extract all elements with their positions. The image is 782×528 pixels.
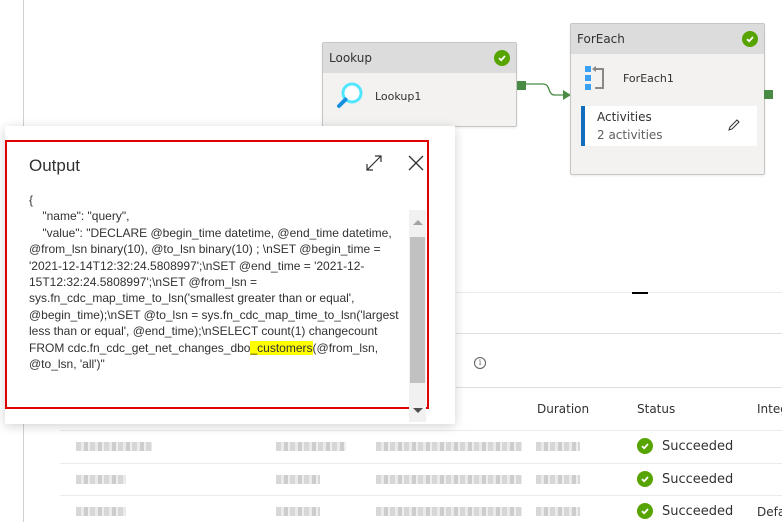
integration-runtime-cell: Defa [757, 505, 782, 519]
success-check-icon [494, 50, 510, 66]
foreach-activity[interactable]: ForEach ForEach1 Activities 2 activities [570, 23, 773, 175]
redacted-run-start [376, 442, 522, 451]
divider [456, 387, 782, 388]
edit-pencil-icon[interactable] [727, 118, 741, 132]
redacted-duration [536, 442, 580, 451]
success-check-icon [637, 438, 653, 454]
output-json-content[interactable]: { "name": "query", "value": "DECLARE @be… [29, 192, 409, 406]
status-cell: Succeeded [637, 471, 733, 487]
foreach-activity-name: ForEach1 [623, 71, 674, 85]
lookup-activity-name: Lookup1 [375, 89, 422, 103]
lookup-activity[interactable]: Lookup Lookup1 [322, 42, 526, 127]
column-header-integration-runtime[interactable]: Integ [757, 402, 782, 416]
inner-activities-box[interactable]: Activities 2 activities [581, 106, 757, 146]
column-header-status[interactable]: Status [637, 402, 675, 416]
panel-tab-divider [456, 292, 782, 293]
success-check-icon [637, 471, 653, 487]
status-cell: Succeeded [637, 503, 733, 519]
redacted-activity-type [276, 475, 320, 484]
redacted-run-start [376, 507, 522, 516]
selected-tab-indicator [632, 292, 648, 294]
info-icon[interactable]: i [474, 357, 486, 369]
redacted-run-start [376, 475, 522, 484]
output-text: { "name": "query", "value": "DECLARE @be… [29, 193, 399, 355]
scrollbar-thumb[interactable] [410, 237, 425, 383]
foreach-activity-header: ForEach [571, 24, 764, 54]
redacted-duration [536, 507, 580, 516]
highlighted-text: _customers [250, 340, 313, 355]
lookup-activity-header: Lookup [323, 43, 516, 73]
close-icon[interactable] [407, 154, 425, 172]
activities-count: 2 activities [597, 128, 663, 142]
status-text: Succeeded [662, 438, 734, 454]
column-header-duration[interactable]: Duration [537, 402, 589, 416]
redacted-duration [536, 475, 580, 484]
divider [456, 333, 782, 334]
redacted-activity-type [276, 442, 346, 451]
status-cell: Succeeded [637, 438, 733, 454]
scroll-down-arrow-icon[interactable] [413, 408, 423, 413]
canvas-border [23, 0, 24, 130]
dialog-title: Output [29, 156, 81, 175]
redacted-activity-name [76, 442, 152, 451]
dependency-connector[interactable] [525, 78, 575, 108]
lookup-activity-type: Lookup [329, 51, 372, 65]
activities-label: Activities [597, 110, 652, 124]
redacted-activity-name [76, 507, 126, 516]
success-check-icon [742, 31, 758, 47]
expand-icon[interactable] [365, 154, 383, 172]
output-dialog: Output { "name": "query", "value": "DECL… [5, 126, 455, 424]
success-check-icon [637, 503, 653, 519]
status-text: Succeeded [662, 471, 734, 487]
foreach-loop-icon [585, 66, 604, 90]
status-text: Succeeded [662, 503, 734, 519]
vertical-scrollbar[interactable] [409, 210, 426, 422]
redacted-activity-type [276, 507, 320, 516]
redacted-activity-name [76, 475, 126, 484]
foreach-activity-type: ForEach [577, 32, 625, 46]
scroll-up-arrow-icon[interactable] [413, 220, 423, 225]
foreach-success-port[interactable] [764, 90, 773, 99]
magnifier-icon [337, 82, 363, 108]
